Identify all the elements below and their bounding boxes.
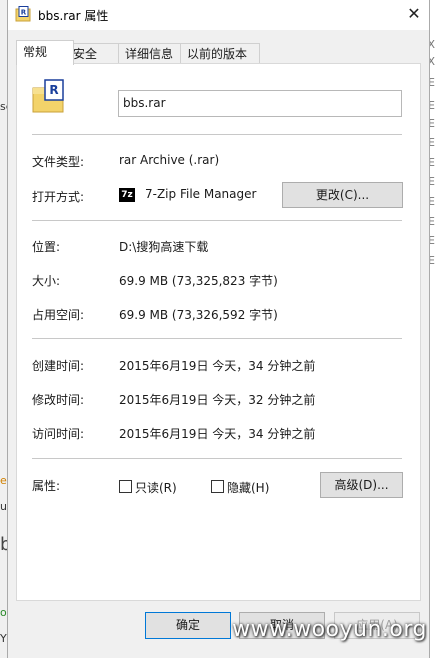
close-button[interactable]: ✕ — [399, 0, 429, 30]
svg-text:R: R — [21, 9, 27, 17]
open-with-value: 7-Zip File Manager — [145, 187, 257, 201]
accessed-label: 访问时间: — [32, 427, 85, 441]
background-fragment: e — [0, 474, 7, 487]
ok-button[interactable]: 确定 — [145, 612, 231, 639]
created-label: 创建时间: — [32, 359, 85, 373]
tab-details[interactable]: 详细信息 — [118, 43, 188, 64]
modified-label: 修改时间: — [32, 393, 85, 407]
attributes-label: 属性: — [32, 479, 61, 493]
modified-value: 2015年6月19日 今天，32 分钟之前 — [119, 393, 316, 407]
background-fragment: Yz — [0, 632, 7, 645]
advanced-button[interactable]: 高级(D)... — [320, 472, 403, 498]
created-value: 2015年6月19日 今天，34 分钟之前 — [119, 359, 316, 373]
svg-text:R: R — [49, 83, 58, 97]
location-value: D:\搜狗高速下载 — [119, 240, 209, 254]
background-fragment: se — [0, 100, 7, 113]
tab-previous-versions[interactable]: 以前的版本 — [180, 43, 260, 64]
change-button[interactable]: 更改(C)... — [282, 182, 403, 208]
window-title: bbs.rar 属性 — [38, 9, 109, 23]
properties-dialog: R bbs.rar 属性 ✕ 常规 安全 详细信息 以前的版本 R bbs.ra… — [7, 0, 430, 658]
size-value: 69.9 MB (73,325,823 字节) — [119, 274, 278, 288]
background-fragment: u. — [0, 500, 7, 513]
location-label: 位置: — [32, 240, 61, 254]
file-name-input[interactable]: bbs.rar — [118, 90, 402, 117]
hidden-checkbox[interactable] — [211, 480, 224, 493]
readonly-label[interactable]: 只读(R) — [135, 479, 177, 496]
separator — [32, 134, 402, 135]
size-on-disk-value: 69.9 MB (73,326,592 字节) — [119, 308, 278, 322]
rar-archive-icon: R — [15, 6, 31, 22]
accessed-value: 2015年6月19日 今天，34 分钟之前 — [119, 427, 316, 441]
open-with-label: 打开方式: — [32, 190, 85, 204]
readonly-checkbox[interactable] — [119, 480, 132, 493]
separator — [32, 220, 402, 221]
tab-general[interactable]: 常规 — [16, 40, 74, 65]
background-fragment: o — [0, 606, 7, 619]
size-on-disk-label: 占用空间: — [32, 308, 85, 322]
file-type-value: rar Archive (.rar) — [119, 153, 220, 167]
file-type-label: 文件类型: — [32, 155, 85, 169]
tab-security[interactable]: 安全 — [66, 43, 120, 64]
separator — [32, 338, 402, 339]
close-icon: ✕ — [407, 4, 421, 23]
background-fragment: b — [0, 534, 7, 555]
watermark: www.wooyun.org — [232, 617, 427, 642]
7zip-icon: 7z — [119, 188, 135, 202]
separator — [32, 458, 402, 459]
size-label: 大小: — [32, 274, 61, 288]
rar-file-icon: R — [32, 79, 64, 113]
title-bar[interactable]: R bbs.rar 属性 ✕ — [8, 0, 429, 30]
hidden-label[interactable]: 隐藏(H) — [227, 479, 269, 496]
general-panel: R bbs.rar 文件类型: rar Archive (.rar) 打开方式:… — [16, 63, 421, 601]
